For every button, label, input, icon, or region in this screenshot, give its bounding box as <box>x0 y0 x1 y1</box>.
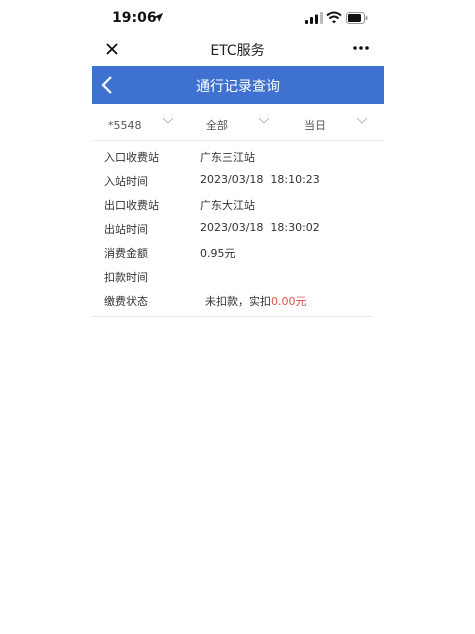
vehicle-filter[interactable]: *5548 <box>108 114 178 132</box>
mini-program-nav: ETC服务 <box>0 36 475 66</box>
mini-program-title: ETC服务 <box>210 43 265 59</box>
deducted-amount: 0.00元 <box>271 295 307 308</box>
location-arrow-icon <box>153 12 164 23</box>
payment-status-value: 未扣款，实扣0.00元 <box>205 293 307 309</box>
page-header: 通行记录查询 <box>92 66 384 104</box>
status-bar: 19:06 <box>0 0 475 36</box>
vehicle-filter-label: *5548 <box>108 119 142 132</box>
chevron-down-icon <box>162 117 174 124</box>
entry-time-value: 2023/03/18 18:10:23 <box>200 173 320 186</box>
cellular-signal-icon <box>305 12 323 24</box>
entry-time-label: 入站时间 <box>104 175 148 188</box>
type-filter-label: 全部 <box>206 119 228 132</box>
entry-station-label: 入口收费站 <box>104 151 159 164</box>
payment-status-label: 缴费状态 <box>104 295 148 308</box>
amount-value: 0.95元 <box>200 247 236 260</box>
payment-status-text: 未扣款，实扣 <box>205 295 271 308</box>
entry-station-value: 广东三江站 <box>200 151 255 164</box>
exit-station-label: 出口收费站 <box>104 199 159 212</box>
chevron-down-icon <box>258 117 270 124</box>
filter-bar: *5548 全部 当日 <box>92 104 384 141</box>
wifi-icon <box>326 11 342 24</box>
more-icon[interactable] <box>352 44 370 52</box>
screen: 19:06 ETC服务 通行记录查询 *5548 全部 当日 入口收费站 广东三… <box>0 0 475 634</box>
battery-icon <box>346 12 368 24</box>
amount-label: 消费金额 <box>104 247 148 260</box>
deduct-time-label: 扣款时间 <box>104 271 148 284</box>
exit-time-label: 出站时间 <box>104 223 148 236</box>
chevron-down-icon <box>356 117 368 124</box>
exit-time-value: 2023/03/18 18:30:02 <box>200 221 320 234</box>
date-filter[interactable]: 当日 <box>304 114 374 132</box>
divider <box>92 316 372 317</box>
page-title: 通行记录查询 <box>196 79 280 95</box>
date-filter-label: 当日 <box>304 119 326 132</box>
type-filter[interactable]: 全部 <box>206 114 276 132</box>
exit-station-value: 广东大江站 <box>200 199 255 212</box>
status-time: 19:06 <box>112 10 157 26</box>
